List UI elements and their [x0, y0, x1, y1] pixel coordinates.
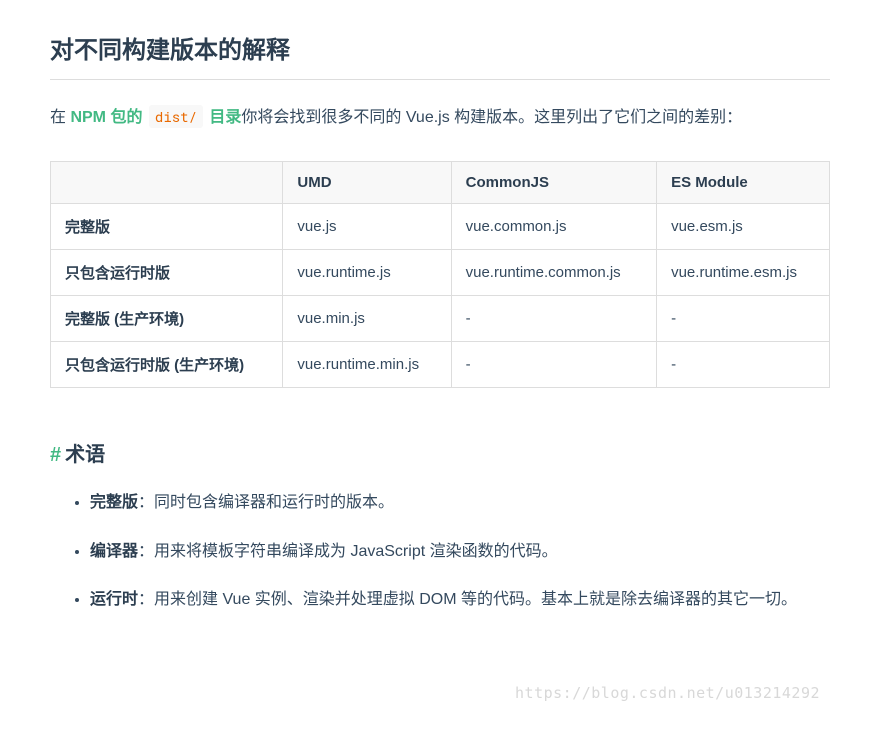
row-label: 完整版 (生产环境) — [51, 295, 283, 341]
list-item: 编译器：用来将模板字符串编译成为 JavaScript 渲染函数的代码。 — [90, 538, 830, 567]
intro-paragraph: 在 NPM 包的 dist/ 目录你将会找到很多不同的 Vue.js 构建版本。… — [50, 104, 830, 133]
page-heading: 对不同构建版本的解释 — [50, 30, 830, 80]
list-item: 运行时：用来创建 Vue 实例、渲染并处理虚拟 DOM 等的代码。基本上就是除去… — [90, 586, 830, 615]
col-header-esmodule: ES Module — [657, 161, 830, 203]
col-header-commonjs: CommonJS — [451, 161, 656, 203]
watermark-text: https://blog.csdn.net/u013214292 — [515, 684, 820, 702]
intro-pre: 在 — [50, 109, 70, 126]
col-header-umd: UMD — [283, 161, 451, 203]
hash-anchor-icon[interactable]: # — [50, 444, 61, 466]
term-name: 编译器 — [90, 543, 138, 560]
table-cell: - — [451, 295, 656, 341]
table-cell: vue.common.js — [451, 203, 656, 249]
builds-table: UMD CommonJS ES Module 完整版 vue.js vue.co… — [50, 161, 830, 388]
table-cell: vue.min.js — [283, 295, 451, 341]
table-row: 只包含运行时版 vue.runtime.js vue.runtime.commo… — [51, 249, 830, 295]
table-cell: - — [657, 341, 830, 387]
terms-list: 完整版：同时包含编译器和运行时的版本。 编译器：用来将模板字符串编译成为 Jav… — [50, 489, 830, 615]
term-name: 运行时 — [90, 591, 138, 608]
intro-post: 你将会找到很多不同的 Vue.js 构建版本。这里列出了它们之间的差别： — [241, 109, 742, 126]
table-row: 完整版 vue.js vue.common.js vue.esm.js — [51, 203, 830, 249]
table-cell: vue.js — [283, 203, 451, 249]
table-row: 只包含运行时版 (生产环境) vue.runtime.min.js - - — [51, 341, 830, 387]
term-desc: ：用来将模板字符串编译成为 JavaScript 渲染函数的代码。 — [138, 543, 558, 560]
section-title-text: 术语 — [65, 444, 105, 466]
table-cell: - — [657, 295, 830, 341]
row-label: 完整版 — [51, 203, 283, 249]
table-cell: vue.esm.js — [657, 203, 830, 249]
npm-link-1[interactable]: NPM 包的 — [70, 109, 142, 126]
table-header-row: UMD CommonJS ES Module — [51, 161, 830, 203]
table-cell: vue.runtime.min.js — [283, 341, 451, 387]
section-terminology: #术语 — [50, 438, 830, 467]
table-cell: vue.runtime.esm.js — [657, 249, 830, 295]
row-label: 只包含运行时版 (生产环境) — [51, 341, 283, 387]
table-cell: vue.runtime.js — [283, 249, 451, 295]
term-name: 完整版 — [90, 494, 138, 511]
table-cell: vue.runtime.common.js — [451, 249, 656, 295]
table-cell: - — [451, 341, 656, 387]
table-row: 完整版 (生产环境) vue.min.js - - — [51, 295, 830, 341]
row-label: 只包含运行时版 — [51, 249, 283, 295]
dist-code: dist/ — [149, 105, 203, 128]
list-item: 完整版：同时包含编译器和运行时的版本。 — [90, 489, 830, 518]
term-desc: ：同时包含编译器和运行时的版本。 — [138, 494, 394, 511]
term-desc: ：用来创建 Vue 实例、渲染并处理虚拟 DOM 等的代码。基本上就是除去编译器… — [138, 591, 797, 608]
npm-link-2[interactable]: 目录 — [209, 109, 241, 126]
col-header-blank — [51, 161, 283, 203]
